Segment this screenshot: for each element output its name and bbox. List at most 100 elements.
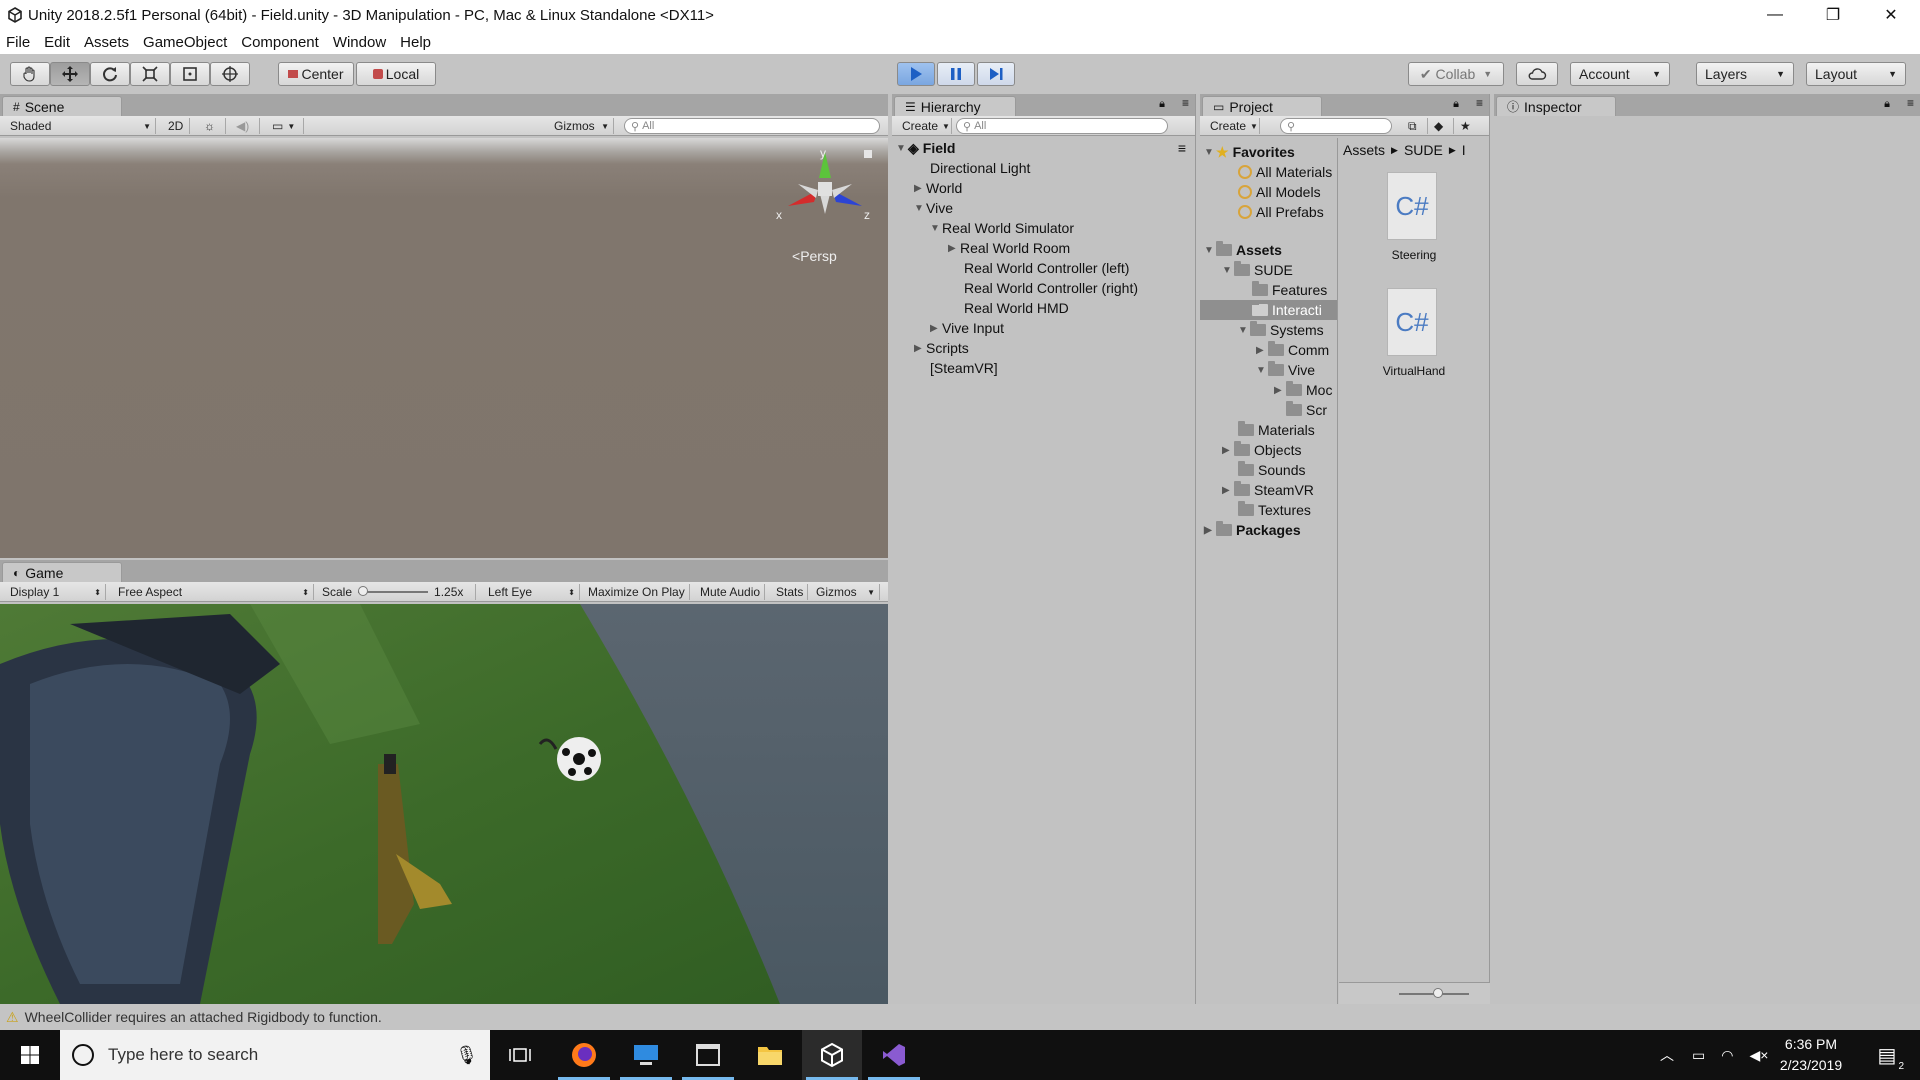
asset-size-thumb[interactable] xyxy=(1433,988,1443,998)
folder-item[interactable]: ▼ Systems xyxy=(1238,320,1324,340)
pivot-center-button[interactable]: Center xyxy=(278,62,354,86)
taskbar-app-window[interactable] xyxy=(678,1030,738,1080)
favorite-item[interactable]: All Prefabs xyxy=(1238,202,1324,222)
tab-hierarchy[interactable]: ☰ Hierarchy xyxy=(894,96,1016,116)
expand-arrow-icon[interactable]: ▼ xyxy=(914,203,926,214)
menu-edit[interactable]: Edit xyxy=(44,34,70,51)
taskbar-remote-desktop[interactable] xyxy=(616,1030,676,1080)
cloud-button[interactable] xyxy=(1516,62,1558,86)
folder-item[interactable]: Scr xyxy=(1286,400,1327,420)
hierarchy-item[interactable]: ▶ Real World Room xyxy=(948,238,1070,258)
chevron-up-icon[interactable]: ︿ xyxy=(1660,1045,1674,1065)
assets-root[interactable]: ▼ Assets xyxy=(1204,240,1282,260)
lock-icon[interactable]: 🔒︎ xyxy=(1884,98,1890,111)
expand-arrow-icon[interactable]: ▼ xyxy=(1238,325,1250,336)
breadcrumb-item[interactable]: I xyxy=(1462,142,1466,158)
audio-toggle[interactable]: ◀) xyxy=(232,118,260,134)
pivot-local-button[interactable]: Local xyxy=(356,62,436,86)
folder-item[interactable]: ▼ SUDE xyxy=(1222,260,1293,280)
minimize-button[interactable]: — xyxy=(1746,0,1804,30)
collapsed-arrow-icon[interactable]: ▶ xyxy=(1222,445,1234,456)
collapsed-arrow-icon[interactable]: ▶ xyxy=(1222,485,1234,496)
taskbar-file-explorer[interactable] xyxy=(740,1030,800,1080)
display-dropdown[interactable]: Display 1 ⬍ xyxy=(6,584,106,600)
move-tool-button[interactable] xyxy=(50,62,90,86)
filter-label-button[interactable]: ◆ xyxy=(1430,118,1454,134)
breadcrumb-item[interactable]: Assets xyxy=(1343,142,1385,158)
collapsed-arrow-icon[interactable]: ▶ xyxy=(1204,525,1216,536)
panel-menu-icon[interactable]: ≡ xyxy=(1182,96,1189,110)
2d-toggle[interactable]: 2D xyxy=(164,118,190,134)
project-search-input[interactable]: ⚲ xyxy=(1280,118,1392,134)
scale-tool-button[interactable] xyxy=(130,62,170,86)
hierarchy-item[interactable]: ▶ Vive Input xyxy=(930,318,1004,338)
menu-assets[interactable]: Assets xyxy=(84,34,129,51)
hierarchy-item[interactable]: ▼ Real World Simulator xyxy=(930,218,1074,238)
menu-gameobject[interactable]: GameObject xyxy=(143,34,227,51)
menu-component[interactable]: Component xyxy=(241,34,319,51)
account-dropdown[interactable]: Account ▼ xyxy=(1570,62,1670,86)
stats-toggle[interactable]: Stats xyxy=(772,584,809,600)
rect-tool-button[interactable] xyxy=(170,62,210,86)
expand-arrow-icon[interactable]: ▼ xyxy=(930,223,942,234)
taskbar-unity[interactable] xyxy=(802,1030,862,1080)
hierarchy-search-input[interactable]: ⚲ All xyxy=(956,118,1168,134)
perspective-toggle[interactable]: <Persp xyxy=(792,248,837,264)
filter-type-button[interactable]: ⧉ xyxy=(1404,118,1428,134)
task-view-button[interactable] xyxy=(490,1030,550,1080)
tab-scene[interactable]: # Scene xyxy=(2,96,122,116)
scene-search-input[interactable]: ⚲ All xyxy=(624,118,880,134)
asset-size-slider[interactable] xyxy=(1399,988,1469,998)
panel-menu-icon[interactable]: ≡ xyxy=(1476,96,1483,110)
folder-item-selected[interactable]: Interacti xyxy=(1200,300,1337,320)
favorites-root[interactable]: ▼ ★ Favorites xyxy=(1204,142,1295,162)
project-create-dropdown[interactable]: Create ▼ xyxy=(1206,118,1260,134)
pause-button[interactable] xyxy=(937,62,975,86)
tab-project[interactable]: ▭ Project xyxy=(1202,96,1322,116)
favorite-item[interactable]: All Materials xyxy=(1238,162,1332,182)
collapsed-arrow-icon[interactable]: ▶ xyxy=(914,183,926,194)
scene-viewport[interactable]: y x z <Persp xyxy=(0,138,888,558)
battery-icon[interactable]: ▭ xyxy=(1692,1047,1705,1064)
step-button[interactable] xyxy=(977,62,1015,86)
lock-icon[interactable]: 🔒︎ xyxy=(1453,98,1459,111)
menu-file[interactable]: File xyxy=(6,34,30,51)
hierarchy-create-dropdown[interactable]: Create ▼ xyxy=(898,118,952,134)
clock[interactable]: 6:36 PM 2/23/2019 xyxy=(1766,1034,1856,1076)
taskbar-firefox[interactable] xyxy=(554,1030,614,1080)
expand-arrow-icon[interactable]: ▼ xyxy=(1222,265,1234,276)
hierarchy-item[interactable]: [SteamVR] xyxy=(930,358,998,378)
folder-item[interactable]: Sounds xyxy=(1238,460,1305,480)
taskbar-visual-studio[interactable] xyxy=(864,1030,924,1080)
play-button[interactable] xyxy=(897,62,935,86)
favorite-item[interactable]: All Models xyxy=(1238,182,1321,202)
asset-item[interactable]: C# VirtualHand xyxy=(1359,288,1469,388)
scene-root[interactable]: ▼ ◈ Field ≡ xyxy=(896,138,1192,158)
hierarchy-item[interactable]: Real World Controller (left) xyxy=(964,258,1129,278)
expand-arrow-icon[interactable]: ▼ xyxy=(1204,245,1216,256)
restore-button[interactable]: ❐ xyxy=(1804,0,1862,30)
game-viewport[interactable] xyxy=(0,604,888,1004)
hierarchy-item[interactable]: ▶ Scripts xyxy=(914,338,969,358)
expand-arrow-icon[interactable]: ▼ xyxy=(1256,365,1268,376)
collapsed-arrow-icon[interactable]: ▶ xyxy=(914,343,926,354)
folder-item[interactable]: ▶ Moc xyxy=(1274,380,1332,400)
folder-item[interactable]: ▶ SteamVR xyxy=(1222,480,1314,500)
expand-arrow-icon[interactable]: ▼ xyxy=(896,143,908,154)
aspect-dropdown[interactable]: Free Aspect ⬍ xyxy=(114,584,314,600)
collapsed-arrow-icon[interactable]: ▶ xyxy=(948,243,960,254)
folder-item[interactable]: Textures xyxy=(1238,500,1311,520)
hierarchy-item[interactable]: Directional Light xyxy=(930,158,1030,178)
packages-root[interactable]: ▶ Packages xyxy=(1204,520,1301,540)
layout-dropdown[interactable]: Layout ▼ xyxy=(1806,62,1906,86)
microphone-icon[interactable]: 🎙︎ xyxy=(455,1045,478,1066)
transform-tool-button[interactable] xyxy=(210,62,250,86)
collab-dropdown[interactable]: ✔ Collab ▼ xyxy=(1408,62,1504,86)
tab-inspector[interactable]: ⓘ Inspector xyxy=(1496,96,1616,116)
lighting-toggle[interactable]: ☼ xyxy=(200,118,226,134)
start-button[interactable] xyxy=(0,1030,60,1080)
status-bar[interactable]: ⚠ WheelCollider requires an attached Rig… xyxy=(0,1004,1920,1030)
rotate-tool-button[interactable] xyxy=(90,62,130,86)
expand-arrow-icon[interactable]: ▼ xyxy=(1204,147,1216,158)
folder-item[interactable]: ▶ Comm xyxy=(1256,340,1329,360)
